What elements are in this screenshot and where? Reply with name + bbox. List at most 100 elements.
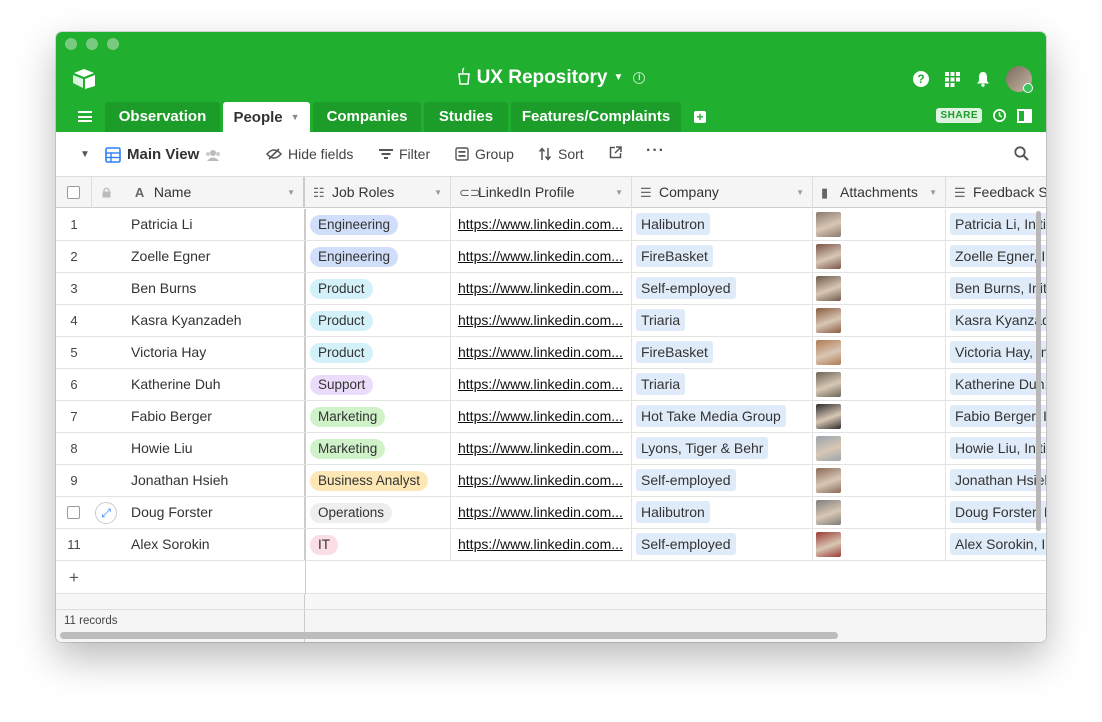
minimize-window-button[interactable] (86, 38, 98, 50)
feedback-cell[interactable]: Victoria Hay, In (950, 337, 1046, 368)
column-header-feedback[interactable]: ☰Feedback Se (946, 177, 1046, 208)
attachments-cell[interactable] (816, 529, 944, 560)
linkedin-link[interactable]: https://www.linkedin.com... (458, 344, 623, 360)
attachment-thumbnail[interactable] (816, 532, 841, 557)
column-menu-caret-icon[interactable]: ▼ (434, 177, 442, 208)
attachment-thumbnail[interactable] (816, 500, 841, 525)
linkedin-link[interactable]: https://www.linkedin.com... (458, 216, 623, 232)
job-role-cell[interactable]: Engineering (310, 209, 450, 240)
linkedin-link[interactable]: https://www.linkedin.com... (458, 472, 623, 488)
history-icon[interactable] (992, 108, 1007, 123)
expand-record-icon[interactable]: ⤢ (95, 502, 117, 524)
more-options-button[interactable]: ··· (646, 143, 665, 159)
attachment-thumbnail[interactable] (816, 436, 841, 461)
column-header-attachments[interactable]: ▮ Attachments ▼ (813, 177, 946, 208)
column-menu-caret-icon[interactable]: ▼ (615, 177, 623, 208)
tab-companies[interactable]: Companies (313, 102, 421, 132)
blocks-icon[interactable] (1017, 108, 1032, 123)
linkedin-cell[interactable]: https://www.linkedin.com... (458, 433, 628, 464)
company-cell[interactable]: Self-employed (636, 529, 811, 560)
feedback-cell[interactable]: Howie Liu, Initia (950, 433, 1046, 464)
name-cell[interactable]: Victoria Hay (131, 337, 303, 368)
table-row[interactable]: 5 Victoria Hay Product https://www.linkedin… (56, 337, 1046, 369)
feedback-cell[interactable]: Fabio Berger, In (950, 401, 1046, 432)
name-cell[interactable]: Kasra Kyanzadeh (131, 305, 303, 336)
attachment-thumbnail[interactable] (816, 308, 841, 333)
company-cell[interactable]: Self-employed (636, 273, 811, 304)
hamburger-menu-icon[interactable] (78, 111, 92, 122)
feedback-cell[interactable]: Patricia Li, Initia (950, 209, 1046, 240)
linkedin-cell[interactable]: https://www.linkedin.com... (458, 401, 628, 432)
share-button[interactable]: SHARE (936, 108, 982, 123)
add-record-row[interactable]: + (56, 561, 1046, 594)
name-cell[interactable]: Zoelle Egner (131, 241, 303, 272)
linkedin-link[interactable]: https://www.linkedin.com... (458, 248, 623, 264)
user-avatar[interactable] (1006, 66, 1033, 93)
name-cell[interactable]: Patricia Li (131, 209, 303, 240)
job-role-cell[interactable]: Marketing (310, 433, 450, 464)
job-role-cell[interactable]: Product (310, 273, 450, 304)
column-header-job-roles[interactable]: ☷ Job Roles ▼ (305, 177, 451, 208)
feedback-cell[interactable]: Jonathan Hsieh (950, 465, 1046, 496)
attachment-thumbnail[interactable] (816, 404, 841, 429)
company-cell[interactable]: Self-employed (636, 465, 811, 496)
tab-studies[interactable]: Studies (424, 102, 508, 132)
linkedin-link[interactable]: https://www.linkedin.com... (458, 376, 623, 392)
attachment-thumbnail[interactable] (816, 244, 841, 269)
company-cell[interactable]: Halibutron (636, 209, 811, 240)
name-cell[interactable]: Katherine Duh (131, 369, 303, 400)
close-window-button[interactable] (65, 38, 77, 50)
table-row[interactable]: 2 Zoelle Egner Engineering https://www.link… (56, 241, 1046, 273)
apps-icon[interactable] (945, 71, 960, 87)
search-button[interactable] (1014, 146, 1029, 161)
table-row[interactable]: ⤢ Doug Forster Operations https://www.linke… (56, 497, 1046, 529)
company-cell[interactable]: Lyons, Tiger & Behr (636, 433, 811, 464)
attachment-thumbnail[interactable] (816, 372, 841, 397)
sidebar-toggle-caret-icon[interactable]: ▼ (80, 149, 90, 160)
group-button[interactable]: Group (455, 146, 514, 162)
table-row[interactable]: 3 Ben Burns Product https://www.linkedin.co… (56, 273, 1046, 305)
notifications-bell-icon[interactable] (976, 71, 990, 87)
linkedin-cell[interactable]: https://www.linkedin.com... (458, 529, 628, 560)
tab-people[interactable]: People ▼ (223, 102, 310, 132)
job-role-cell[interactable]: Engineering (310, 241, 450, 272)
company-cell[interactable]: Triaria (636, 305, 811, 336)
sort-button[interactable]: Sort (538, 146, 584, 162)
feedback-cell[interactable]: Alex Sorokin, In (950, 529, 1046, 560)
help-icon[interactable]: ? (913, 71, 929, 87)
name-cell[interactable]: Howie Liu (131, 433, 303, 464)
table-row[interactable]: 8 Howie Liu Marketing https://www.linkedin.… (56, 433, 1046, 465)
feedback-cell[interactable]: Kasra Kyanzade (950, 305, 1046, 336)
feedback-cell[interactable]: Doug Forster, In (950, 497, 1046, 528)
table-row[interactable]: 7 Fabio Berger Marketing https://www.linked… (56, 401, 1046, 433)
column-header-name[interactable]: A Name ▼ (92, 177, 305, 208)
table-row[interactable]: 6 Katherine Duh Support https://www.linkedi… (56, 369, 1046, 401)
name-cell[interactable]: Doug Forster (131, 497, 303, 528)
linkedin-cell[interactable]: https://www.linkedin.com... (458, 497, 628, 528)
linkedin-cell[interactable]: https://www.linkedin.com... (458, 305, 628, 336)
attachments-cell[interactable] (816, 497, 944, 528)
job-role-cell[interactable]: Business Analyst (310, 465, 450, 496)
column-header-company[interactable]: ☰ Company ▼ (632, 177, 813, 208)
company-cell[interactable]: Triaria (636, 369, 811, 400)
name-cell[interactable]: Jonathan Hsieh (131, 465, 303, 496)
column-menu-caret-icon[interactable]: ▼ (796, 177, 804, 208)
view-switcher[interactable]: Main View (105, 146, 221, 163)
attachment-thumbnail[interactable] (816, 340, 841, 365)
horizontal-scrollbar[interactable] (60, 632, 838, 639)
company-cell[interactable]: Hot Take Media Group (636, 401, 811, 432)
add-record-icon[interactable]: + (56, 561, 92, 594)
company-cell[interactable]: Halibutron (636, 497, 811, 528)
linkedin-link[interactable]: https://www.linkedin.com... (458, 536, 623, 552)
vertical-scrollbar[interactable] (1036, 211, 1041, 531)
job-role-cell[interactable]: IT (310, 529, 450, 560)
name-cell[interactable]: Fabio Berger (131, 401, 303, 432)
attachment-thumbnail[interactable] (816, 212, 841, 237)
linkedin-link[interactable]: https://www.linkedin.com... (458, 440, 623, 456)
column-menu-caret-icon[interactable]: ▼ (929, 177, 937, 208)
job-role-cell[interactable]: Operations (310, 497, 450, 528)
company-cell[interactable]: FireBasket (636, 241, 811, 272)
attachment-thumbnail[interactable] (816, 276, 841, 301)
hide-fields-button[interactable]: Hide fields (266, 146, 353, 162)
attachments-cell[interactable] (816, 433, 944, 464)
